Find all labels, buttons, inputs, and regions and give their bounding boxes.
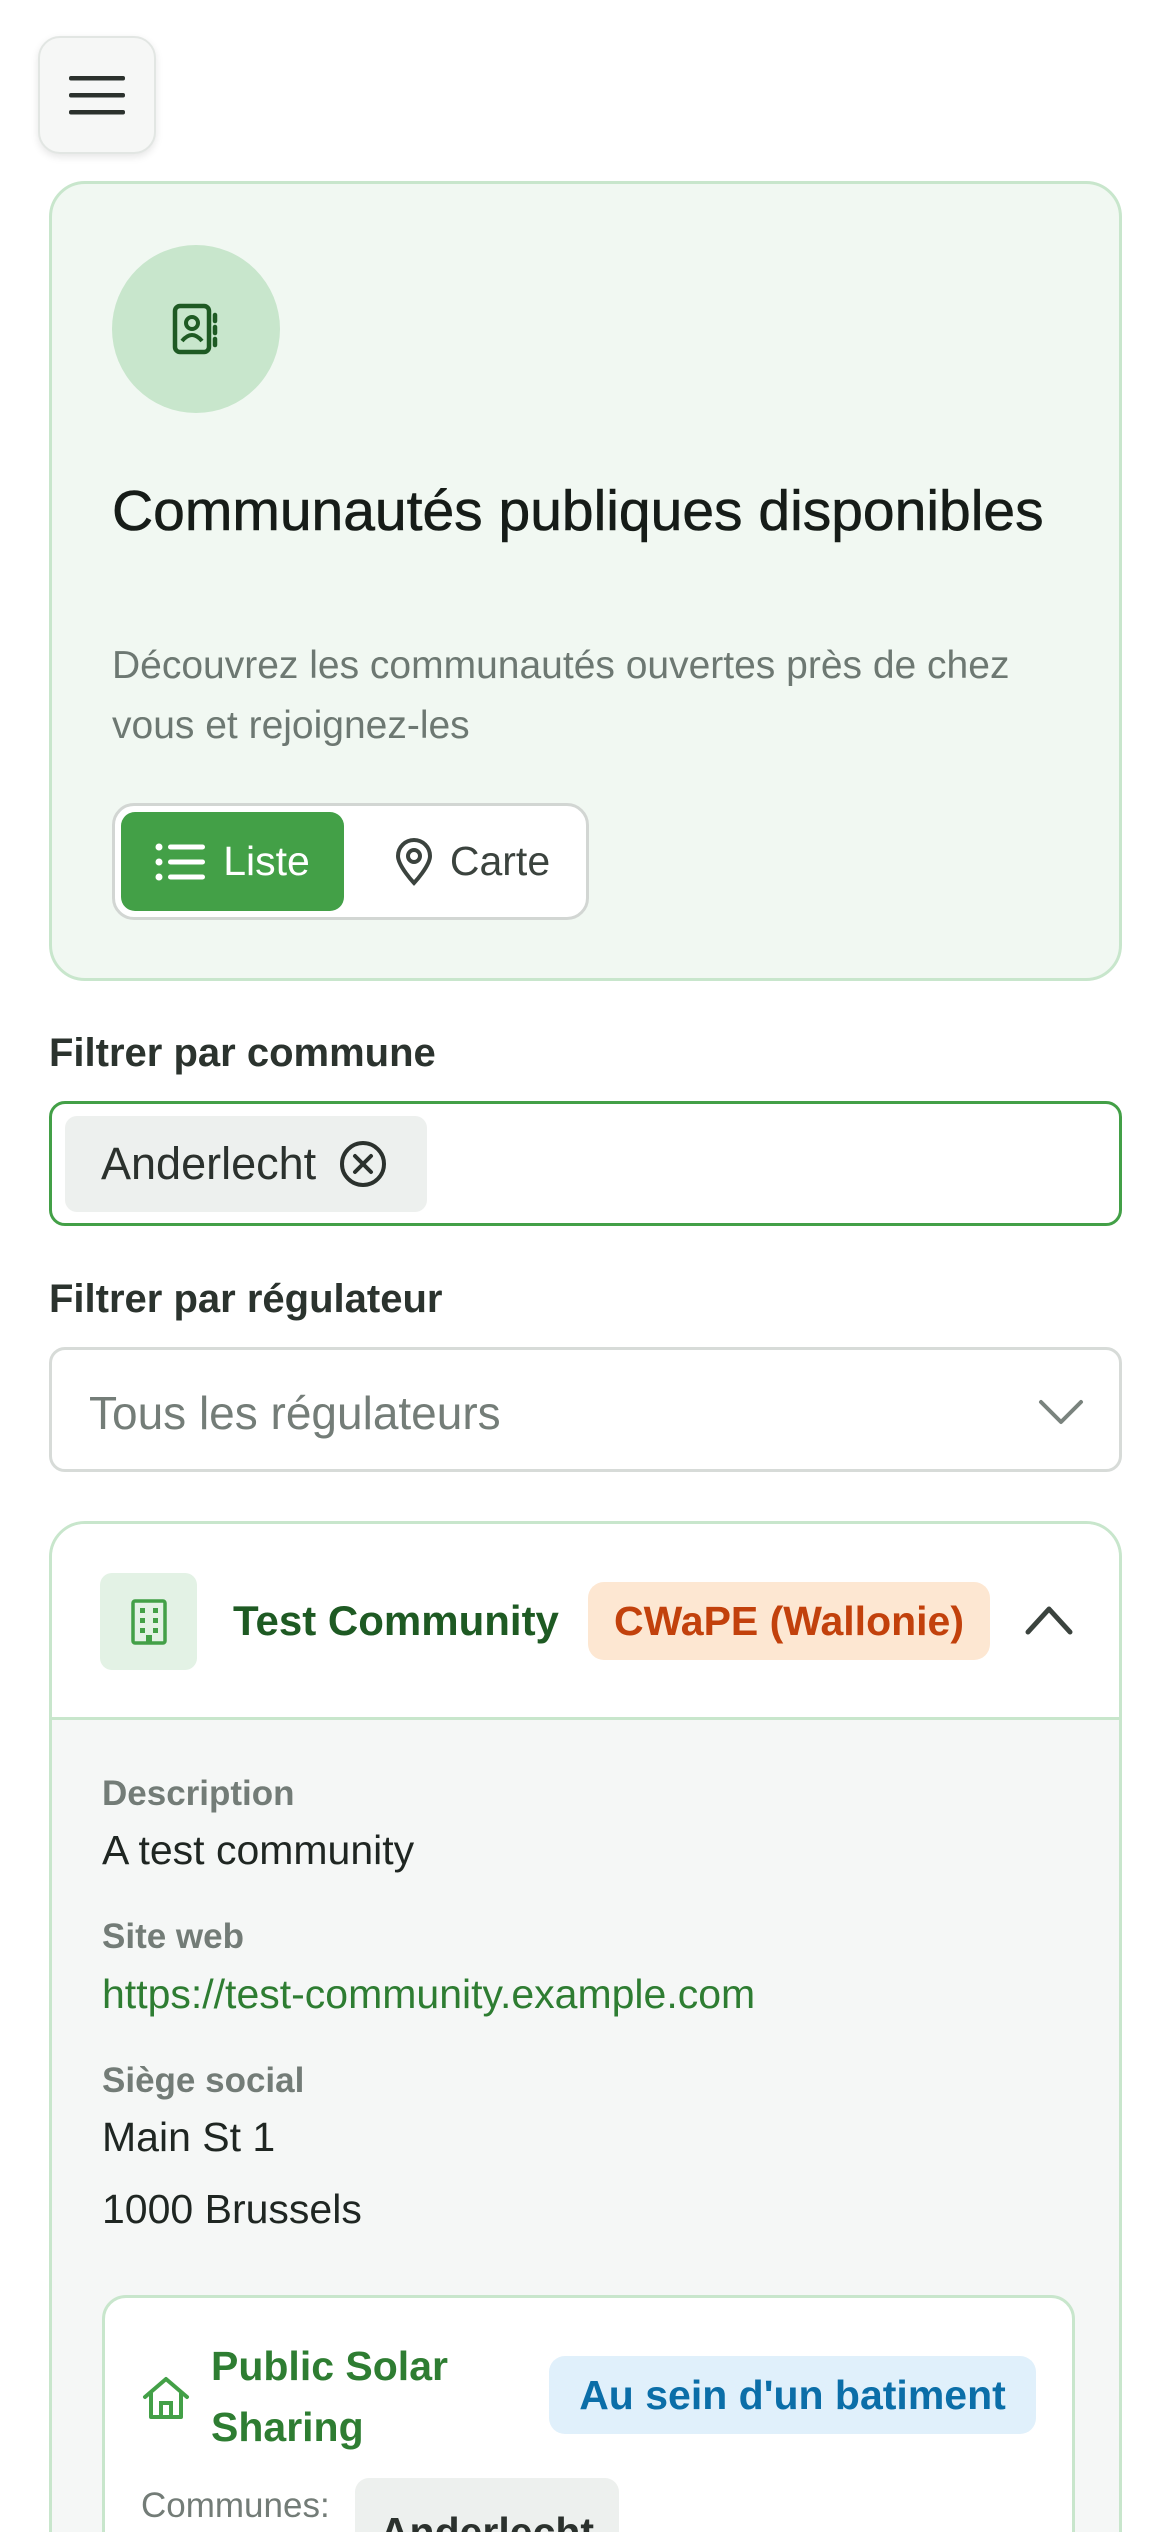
page: Communautés publiques disponibles Découv… — [0, 0, 1170, 2532]
website-label: Site web — [102, 1917, 244, 1956]
commune-chip-label: Anderlecht — [101, 1138, 317, 1189]
home-icon — [143, 2377, 189, 2419]
chevron-up-icon[interactable] — [1024, 1594, 1074, 1644]
regulator-badge: CWaPE (Wallonie) — [588, 1582, 990, 1660]
list-view-button[interactable]: Liste — [121, 812, 344, 911]
list-icon — [155, 843, 206, 880]
hamburger-menu-icon — [69, 76, 125, 115]
project-commune-chip: Anderlecht — [355, 2478, 619, 2532]
community-card: Test Community CWaPE (Wallonie) Descript… — [49, 1521, 1122, 2532]
description-value: A test community — [102, 1827, 415, 1873]
commune-chip: Anderlecht — [65, 1116, 427, 1212]
chevron-down-icon — [1039, 1400, 1083, 1424]
building-icon — [130, 1598, 167, 1645]
regulator-select-value: Tous les régulateurs — [89, 1387, 501, 1439]
project-communes-label: Communes: — [141, 2486, 330, 2525]
project-card[interactable]: Public Solar Sharing Au sein d'un batime… — [102, 2295, 1075, 2532]
remove-chip-icon[interactable] — [338, 1139, 388, 1189]
regulator-select[interactable]: Tous les régulateurs — [49, 1347, 1122, 1472]
hero-card: Communautés publiques disponibles Découv… — [49, 181, 1122, 981]
website-link[interactable]: https://test-community.example.com — [102, 1971, 755, 2018]
menu-button[interactable] — [38, 36, 156, 154]
map-view-button[interactable]: Carte — [367, 812, 577, 911]
description-label: Description — [102, 1774, 295, 1813]
community-icon-box — [100, 1573, 197, 1670]
hq-city: 1000 Brussels — [102, 2186, 362, 2232]
project-name: Public Solar Sharing — [211, 2343, 448, 2450]
hq-label: Siège social — [102, 2061, 305, 2100]
regulator-filter-label: Filtrer par régulateur — [49, 1277, 443, 1321]
list-view-label: Liste — [223, 838, 310, 884]
hq-street: Main St 1 — [102, 2114, 276, 2160]
community-card-header[interactable]: Test Community CWaPE (Wallonie) — [52, 1524, 1119, 1720]
commune-filter-label: Filtrer par commune — [49, 1031, 436, 1075]
page-title: Communautés publiques disponibles — [112, 479, 1044, 544]
contact-book-icon — [172, 303, 218, 355]
project-type-badge: Au sein d'un batiment — [549, 2356, 1036, 2434]
map-view-label: Carte — [449, 838, 551, 884]
community-name: Test Community — [233, 1597, 559, 1644]
view-toggle: Liste Carte — [112, 803, 589, 920]
page-subtitle: Découvrez les communautés ouvertes près … — [112, 644, 1010, 747]
commune-filter-input[interactable]: Anderlecht — [49, 1101, 1122, 1226]
map-pin-icon — [395, 837, 432, 886]
hero-icon-circle — [112, 245, 280, 413]
